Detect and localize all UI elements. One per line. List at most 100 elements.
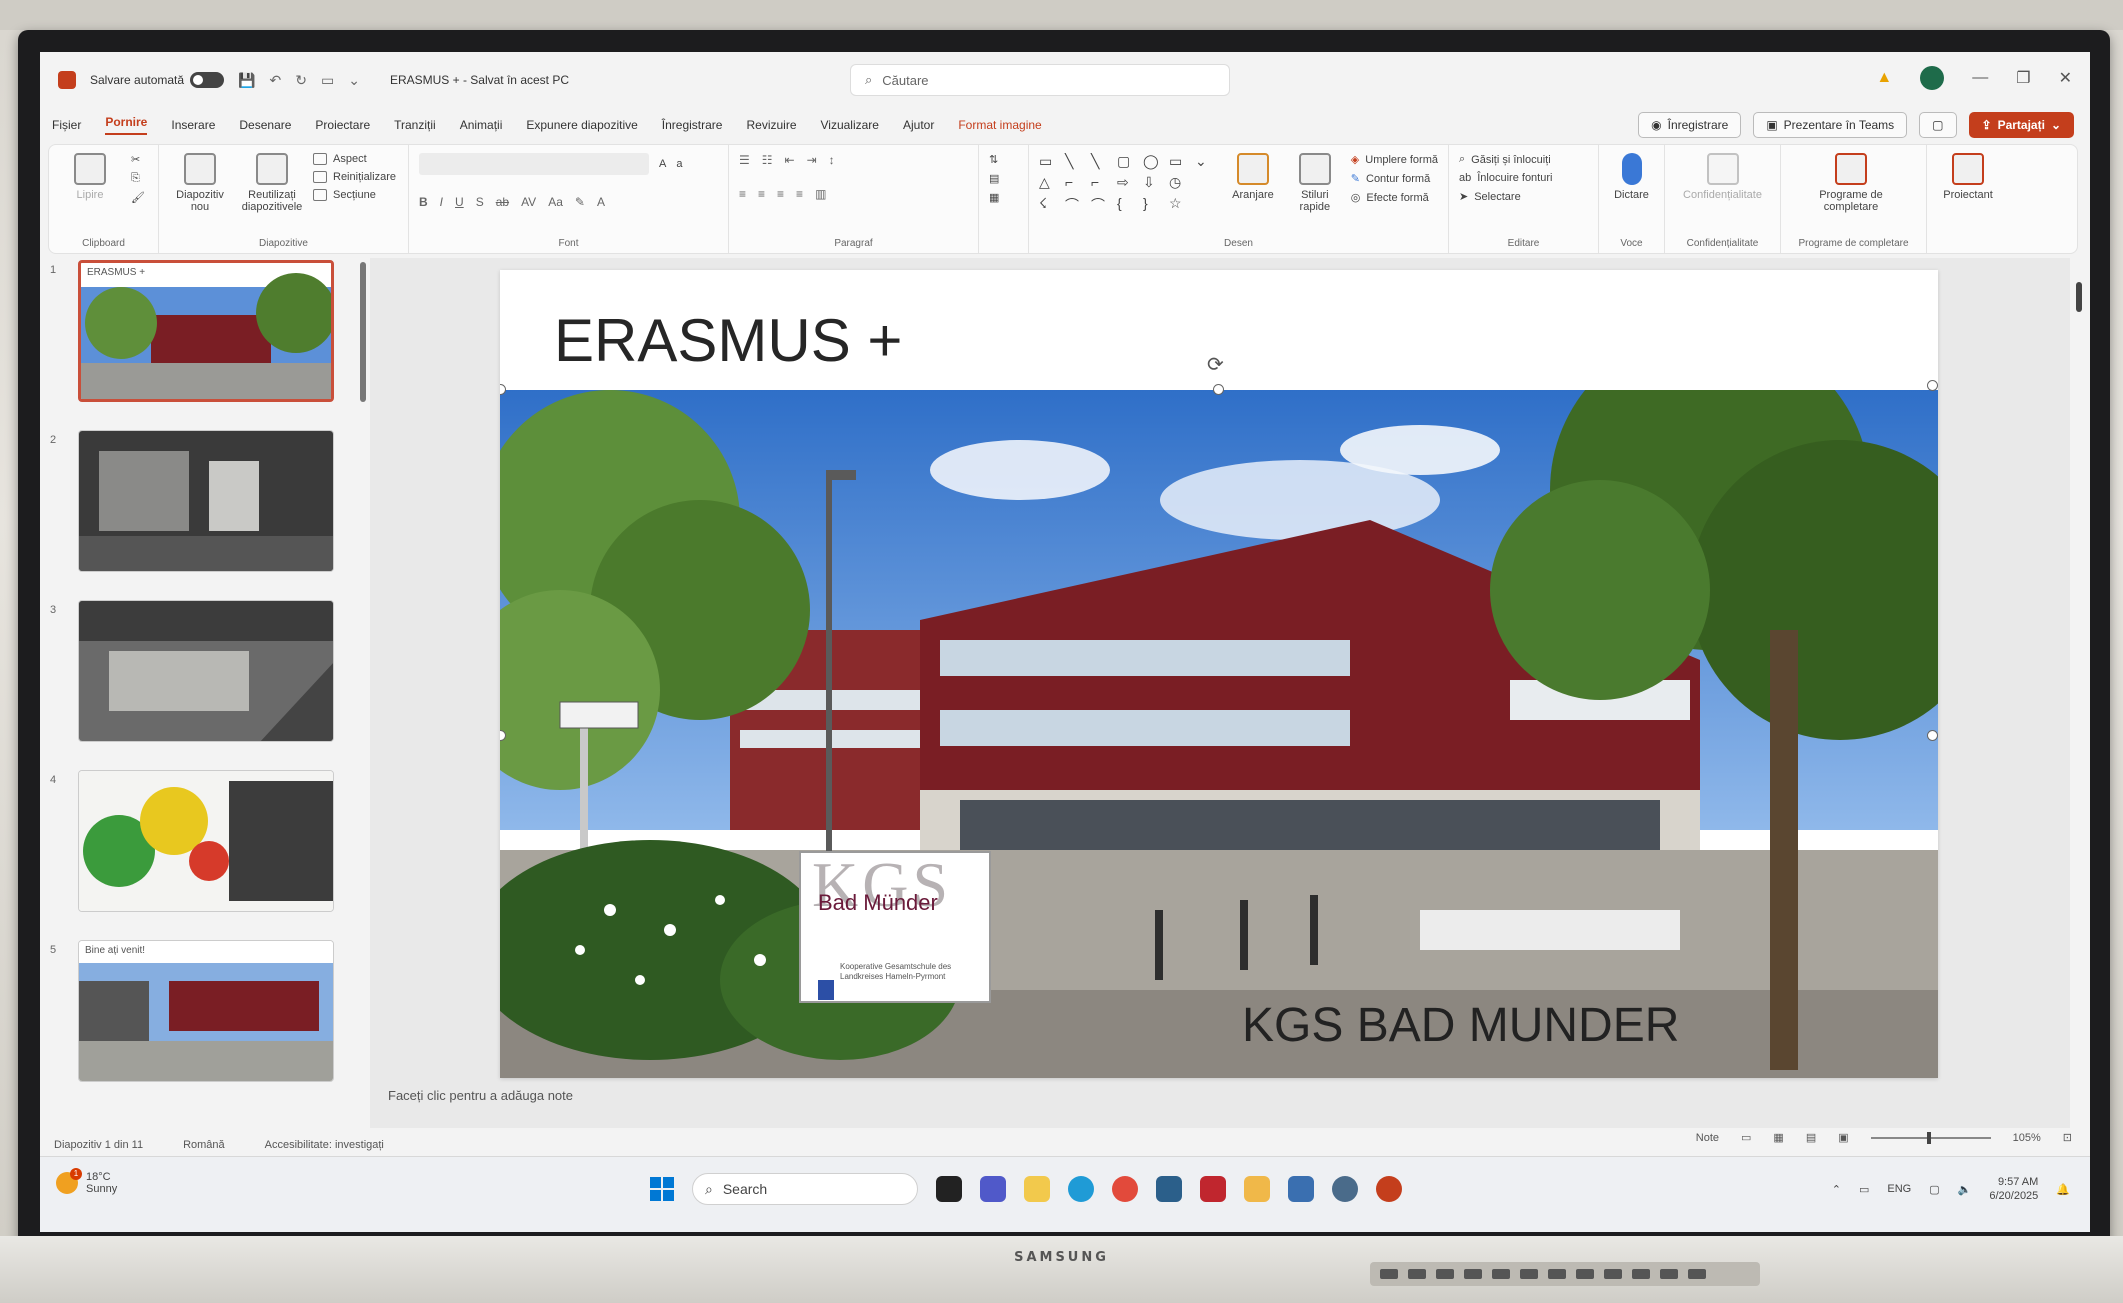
autosave-toggle[interactable] — [190, 72, 225, 88]
app-icon[interactable] — [1244, 1176, 1270, 1202]
mcafee-icon[interactable] — [1200, 1176, 1226, 1202]
sensitivity-button[interactable]: Confidențialitate — [1675, 153, 1770, 201]
align-text-icon[interactable]: ▤ — [989, 172, 999, 185]
line-spacing-icon[interactable]: ↕ — [829, 153, 835, 167]
tab-file[interactable]: Fișier — [52, 118, 81, 132]
bullets-icon[interactable]: ☰ — [739, 153, 750, 167]
reuse-slides-button[interactable]: Reutilizați diapozitivele — [241, 153, 303, 213]
indent-more-icon[interactable]: ⇥ — [807, 153, 817, 167]
rotate-handle-icon[interactable]: ⟳ — [1207, 352, 1224, 377]
weather-widget[interactable]: 1 18°C Sunny — [56, 1168, 117, 1195]
slide-thumbnail-4[interactable] — [78, 770, 334, 912]
shadow-icon[interactable]: S — [476, 195, 484, 209]
strikethrough-icon[interactable]: ab — [496, 195, 509, 209]
fit-slide-icon[interactable]: ⊡ — [2063, 1131, 2072, 1144]
settings-icon[interactable] — [1332, 1176, 1358, 1202]
tab-view[interactable]: Vizualizare — [821, 118, 879, 132]
volume-icon[interactable]: 🔈 — [1958, 1183, 1972, 1196]
language-indicator[interactable]: ENG — [1887, 1183, 1911, 1195]
minimize-icon[interactable]: — — [1972, 69, 1988, 87]
justify-icon[interactable]: ≡ — [796, 187, 803, 201]
record-button[interactable]: ◉ Înregistrare — [1638, 112, 1742, 138]
font-color-icon[interactable]: A — [597, 195, 605, 209]
tab-record[interactable]: Înregistrare — [662, 118, 723, 132]
powerpoint-taskbar-icon[interactable] — [1376, 1176, 1402, 1202]
slide-title[interactable]: ERASMUS + — [554, 306, 902, 375]
font-name-input[interactable] — [419, 153, 649, 175]
slide-sorter-icon[interactable]: ▦ — [1773, 1131, 1783, 1144]
slide-thumbnail-3[interactable] — [78, 600, 334, 742]
teams-app-icon[interactable] — [980, 1176, 1006, 1202]
network-icon[interactable]: ▢ — [1929, 1183, 1939, 1196]
edge-icon[interactable] — [1068, 1176, 1094, 1202]
align-right-icon[interactable]: ≡ — [777, 187, 784, 201]
tab-design[interactable]: Proiectare — [315, 118, 370, 132]
warning-icon[interactable]: ▲ — [1876, 69, 1892, 87]
replace-fonts-button[interactable]: ab Înlocuire fonturi — [1459, 172, 1552, 184]
shape-fill-button[interactable]: ◈ Umplere formă — [1351, 153, 1438, 167]
underline-icon[interactable]: U — [455, 195, 464, 209]
highlight-icon[interactable]: ✎ — [575, 195, 585, 209]
comments-button[interactable]: ▢ — [1919, 112, 1957, 138]
undo-icon[interactable]: ↶ — [270, 72, 282, 89]
tab-insert[interactable]: Inserare — [171, 118, 215, 132]
indent-less-icon[interactable]: ⇤ — [785, 153, 795, 167]
taskbar-search[interactable]: ⌕ Search — [692, 1173, 918, 1205]
start-icon[interactable] — [650, 1177, 674, 1201]
file-explorer-icon[interactable] — [1024, 1176, 1050, 1202]
tab-transitions[interactable]: Tranziții — [394, 118, 436, 132]
close-icon[interactable]: ✕ — [2059, 68, 2072, 88]
task-view-icon[interactable] — [936, 1176, 962, 1202]
restore-icon[interactable]: ❐ — [2016, 68, 2030, 88]
reset-button[interactable]: Reinițializare — [313, 171, 396, 183]
shape-effects-button[interactable]: ◎ Efecte formă — [1351, 191, 1438, 205]
search-input[interactable]: ⌕ Căutare — [850, 64, 1230, 96]
slide-thumbnail-5[interactable]: Bine ați venit! — [78, 940, 334, 1082]
designer-button[interactable]: Proiectant — [1937, 153, 1999, 201]
zoom-slider[interactable] — [1870, 1131, 1991, 1144]
customize-icon[interactable]: ⌄ — [348, 72, 360, 89]
slide-thumbnail-1[interactable]: ERASMUS + — [78, 260, 334, 402]
tab-review[interactable]: Revizuire — [746, 118, 796, 132]
slide-picture[interactable]: KGS Bad Münder Kooperative Gesamtschule … — [500, 390, 1938, 1078]
italic-icon[interactable]: I — [440, 195, 443, 209]
accessibility-status[interactable]: Accesibilitate: investigați — [265, 1139, 384, 1151]
addins-button[interactable]: Programe de completare — [1791, 153, 1911, 213]
present-teams-button[interactable]: ▣ Prezentare în Teams — [1753, 112, 1908, 138]
avatar[interactable] — [1920, 66, 1945, 90]
columns-icon[interactable]: ▥ — [815, 187, 826, 201]
paste-button[interactable]: Lipire — [59, 153, 121, 201]
layout-button[interactable]: Aspect — [313, 153, 396, 165]
shapes-gallery[interactable]: ▭ ╲ ╲ ▢ ◯ ▭ ⌄ △ ⌐ ⌐ ⇨ ⇩ ◷ ☇ ⌒ ⌒{} ☆ — [1039, 153, 1217, 215]
present-icon[interactable]: ▭ — [321, 72, 334, 89]
zoom-level[interactable]: 105% — [2013, 1132, 2041, 1144]
tab-picture-format[interactable]: Format imagine — [958, 118, 1041, 132]
document-title[interactable]: ERASMUS + - Salvat în acest PC — [390, 73, 569, 87]
notes-placeholder[interactable]: Faceți clic pentru a adăuga note — [388, 1088, 573, 1103]
resize-handle[interactable] — [1927, 730, 1938, 741]
format-painter-icon[interactable]: 🖌 — [131, 191, 145, 204]
resize-handle[interactable] — [1927, 380, 1938, 391]
text-direction-icon[interactable]: ⇅ — [989, 153, 999, 166]
bold-icon[interactable]: B — [419, 195, 428, 209]
notification-icon[interactable]: 🔔 — [2056, 1183, 2070, 1196]
arrange-button[interactable]: Aranjare — [1227, 153, 1279, 201]
align-center-icon[interactable]: ≡ — [758, 187, 765, 201]
redo-icon[interactable]: ↻ — [295, 72, 307, 89]
slideshow-icon[interactable]: ▣ — [1838, 1131, 1848, 1144]
slide-thumbnail-2[interactable] — [78, 430, 334, 572]
reading-view-icon[interactable]: ▤ — [1806, 1131, 1816, 1144]
increase-font-icon[interactable]: A — [659, 158, 666, 170]
thumbnails-scrollbar[interactable] — [360, 262, 366, 402]
section-button[interactable]: Secțiune — [313, 189, 396, 201]
case-icon[interactable]: Aa — [548, 195, 563, 209]
tab-animations[interactable]: Animații — [460, 118, 503, 132]
tab-slideshow[interactable]: Expunere diapozitive — [526, 118, 637, 132]
clock[interactable]: 9:57 AM 6/20/2025 — [1989, 1175, 2038, 1204]
slide-caption[interactable]: KGS BAD MUNDER — [1242, 998, 1679, 1053]
copy-icon[interactable]: ⎘ — [131, 172, 145, 185]
tab-draw[interactable]: Desenare — [239, 118, 291, 132]
numbering-icon[interactable]: ☷ — [762, 153, 773, 167]
share-button[interactable]: ⇪ Partajați ⌄ — [1968, 112, 2074, 138]
select-button[interactable]: ➤ Selectare — [1459, 190, 1552, 204]
